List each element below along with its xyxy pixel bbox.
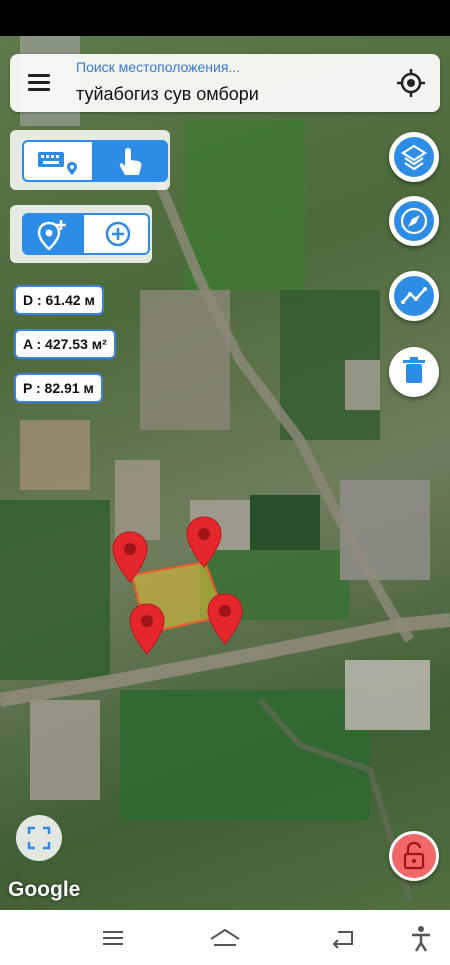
- trash-icon: [403, 357, 425, 383]
- area-readout: A : 427.53 м²: [14, 329, 116, 359]
- keyboard-mode-button[interactable]: [22, 140, 94, 182]
- touch-icon: [119, 148, 142, 175]
- status-bar: [0, 0, 450, 36]
- map-marker-4[interactable]: [205, 592, 245, 646]
- compass-button[interactable]: [389, 196, 439, 246]
- add-point-button[interactable]: [82, 213, 150, 255]
- add-marker-icon: [37, 220, 66, 251]
- accessibility-icon[interactable]: [406, 924, 436, 952]
- search-placeholder: Поиск местоположения...: [76, 59, 241, 75]
- menu-icon[interactable]: [24, 70, 54, 96]
- touch-mode-button[interactable]: [92, 140, 168, 182]
- fullscreen-icon: [27, 826, 51, 850]
- plus-circle-icon: [105, 221, 131, 247]
- back-icon[interactable]: [328, 924, 358, 952]
- layers-icon: [400, 144, 428, 171]
- distance-readout: D : 61.42 м: [14, 285, 104, 315]
- map-marker-1[interactable]: [110, 530, 150, 584]
- elevation-chart-button[interactable]: [389, 271, 439, 321]
- fullscreen-button[interactable]: [16, 815, 62, 861]
- crosshair-icon[interactable]: [396, 68, 426, 98]
- layers-button[interactable]: [389, 132, 439, 182]
- search-box[interactable]: Поиск местоположения... туйабогиз сув ом…: [10, 54, 440, 112]
- system-nav-bar: [0, 910, 450, 965]
- keyboard-icon: [38, 152, 77, 175]
- google-attribution: Google: [8, 878, 81, 901]
- search-input[interactable]: туйабогиз сув омбори: [76, 84, 259, 105]
- lock-button[interactable]: [389, 831, 439, 881]
- delete-button[interactable]: [389, 347, 439, 397]
- map-marker-3[interactable]: [127, 602, 167, 656]
- recent-apps-icon[interactable]: [98, 924, 128, 952]
- perimeter-readout: P : 82.91 м: [14, 373, 103, 403]
- map-marker-2[interactable]: [184, 515, 224, 569]
- line-chart-icon: [401, 287, 427, 304]
- add-tools-panel: [10, 205, 152, 263]
- input-mode-panel: [10, 130, 170, 190]
- compass-icon: [400, 207, 428, 235]
- add-marker-button[interactable]: [22, 213, 84, 255]
- lock-icon: [403, 841, 425, 870]
- home-icon[interactable]: [208, 924, 242, 952]
